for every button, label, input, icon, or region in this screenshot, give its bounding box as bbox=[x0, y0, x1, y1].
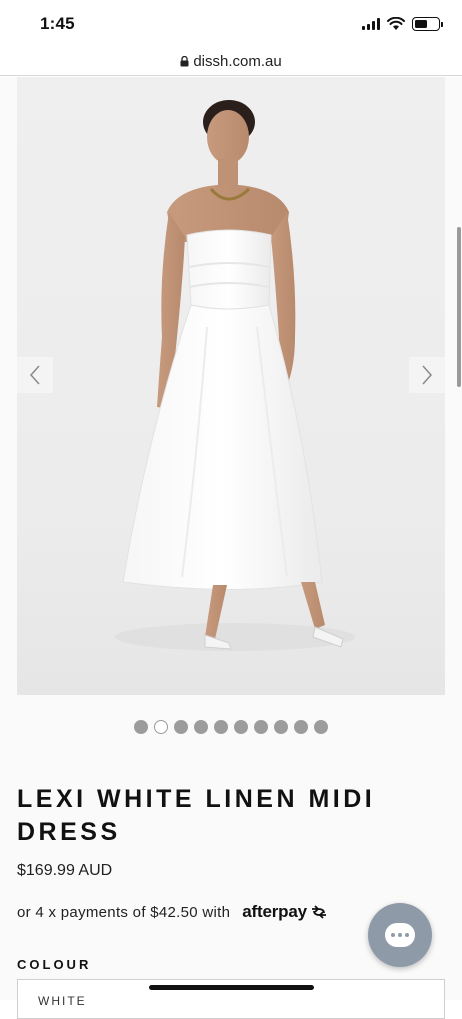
chevron-right-icon bbox=[422, 365, 433, 385]
carousel-dot[interactable] bbox=[254, 720, 268, 734]
gallery-prev-button[interactable] bbox=[17, 357, 53, 393]
carousel-dot[interactable] bbox=[274, 720, 288, 734]
chevron-left-icon bbox=[29, 365, 40, 385]
chat-bubble-icon bbox=[385, 923, 415, 947]
carousel-dot[interactable] bbox=[174, 720, 188, 734]
carousel-dot[interactable] bbox=[134, 720, 148, 734]
status-time: 1:45 bbox=[40, 14, 75, 33]
product-price: $169.99 AUD bbox=[17, 862, 113, 879]
product-photo bbox=[115, 100, 355, 651]
afterpay-info: or 4 x payments of $42.50 with afterpay bbox=[17, 902, 329, 922]
carousel-dot[interactable] bbox=[234, 720, 248, 734]
cellular-signal-icon bbox=[362, 18, 380, 30]
product-gallery[interactable] bbox=[17, 77, 445, 695]
carousel-dots bbox=[0, 720, 462, 736]
status-icons bbox=[362, 17, 443, 31]
status-bar: 1:45 bbox=[0, 0, 462, 48]
wifi-icon bbox=[387, 17, 405, 30]
carousel-dot[interactable] bbox=[294, 720, 308, 734]
afterpay-text: or 4 x payments of $42.50 with bbox=[17, 903, 231, 921]
carousel-dot[interactable] bbox=[194, 720, 208, 734]
gallery-next-button[interactable] bbox=[409, 357, 445, 393]
afterpay-brand: afterpay bbox=[242, 902, 307, 921]
afterpay-arrows-icon bbox=[311, 905, 326, 919]
battery-icon bbox=[412, 17, 443, 31]
carousel-dot-active[interactable] bbox=[154, 720, 168, 734]
address-bar[interactable]: dissh.com.au bbox=[0, 48, 462, 76]
product-title: LEXI WHITE LINEN MIDI DRESS bbox=[17, 785, 376, 846]
afterpay-logo[interactable]: afterpay bbox=[242, 902, 329, 922]
scrollbar-thumb[interactable] bbox=[457, 227, 461, 387]
chat-button[interactable] bbox=[368, 903, 432, 967]
carousel-dot[interactable] bbox=[314, 720, 328, 734]
lock-icon bbox=[180, 56, 189, 67]
colour-selected-value: WHITE bbox=[38, 994, 87, 1008]
scrollbar[interactable] bbox=[456, 77, 462, 1000]
carousel-dot[interactable] bbox=[214, 720, 228, 734]
colour-label: COLOUR bbox=[17, 957, 92, 972]
url-text: dissh.com.au bbox=[193, 53, 282, 70]
home-indicator bbox=[149, 985, 314, 990]
